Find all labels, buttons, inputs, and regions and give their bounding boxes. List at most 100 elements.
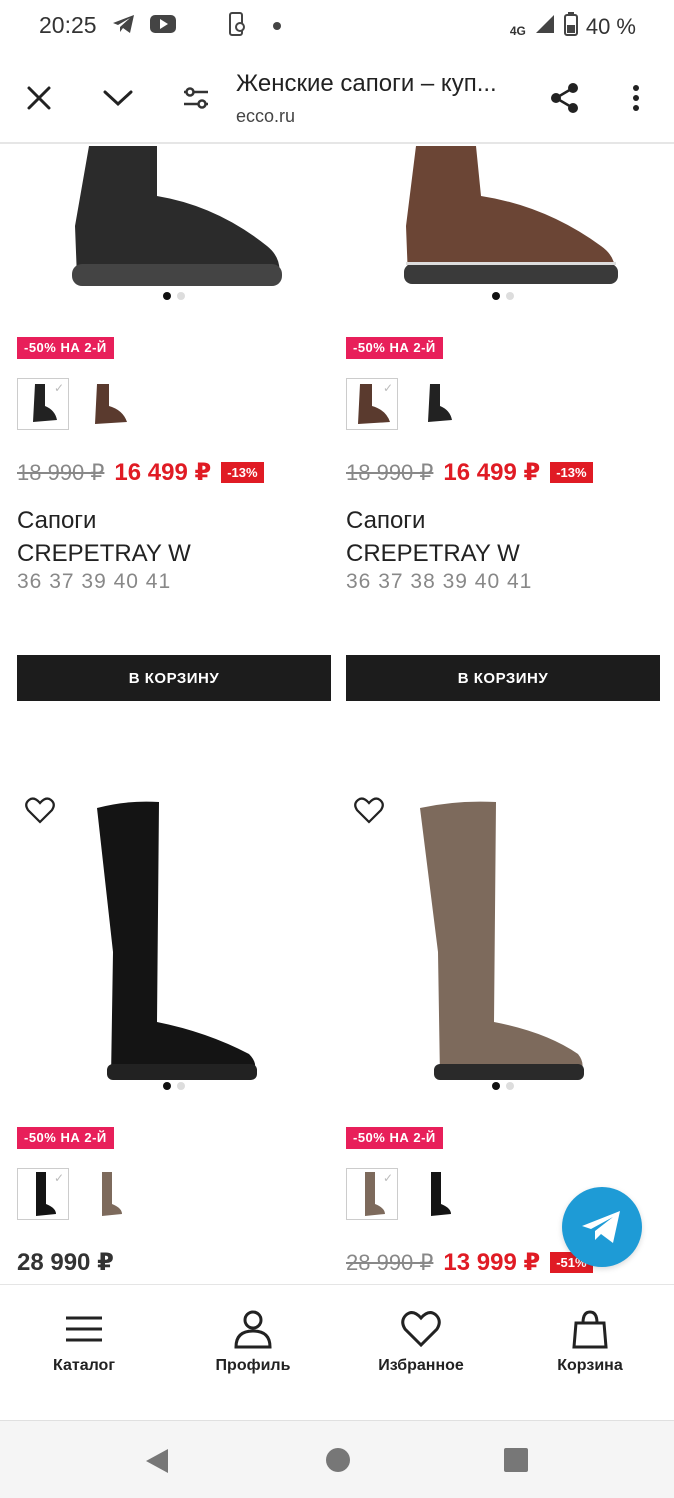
nav-favorites[interactable]: Избранное bbox=[356, 1309, 486, 1375]
close-icon bbox=[27, 86, 51, 110]
color-swatches: ✓ bbox=[346, 1168, 464, 1220]
color-swatch-black[interactable]: ✓ bbox=[17, 1168, 69, 1220]
color-swatches: ✓ bbox=[346, 378, 464, 430]
product-image[interactable] bbox=[346, 146, 660, 310]
product-card[interactable]: -50% НА 2-Й ✓ 18 990 ₽ 16 499 ₽ -13% Сап… bbox=[17, 146, 331, 701]
image-carousel-dots bbox=[163, 292, 185, 300]
promo-badge: -50% НА 2-Й bbox=[17, 1127, 114, 1149]
product-card[interactable]: -50% НА 2-Й ✓ 28 990 ₽ bbox=[17, 792, 331, 1276]
color-swatch-brown[interactable] bbox=[83, 378, 135, 430]
promo-badge: -50% НА 2-Й bbox=[17, 337, 114, 359]
product-type: Сапоги bbox=[17, 507, 97, 534]
recents-square-icon bbox=[504, 1448, 528, 1472]
back-button[interactable] bbox=[144, 1447, 170, 1480]
product-model: CREPETRAY W bbox=[17, 540, 191, 567]
old-price: 28 990 ₽ bbox=[346, 1249, 434, 1275]
chevron-down-icon bbox=[103, 90, 133, 107]
product-type: Сапоги bbox=[346, 507, 426, 534]
product-image[interactable] bbox=[17, 792, 331, 1100]
sale-price: 13 999 ₽ bbox=[443, 1249, 541, 1276]
battery-icon bbox=[563, 12, 578, 42]
share-button[interactable] bbox=[543, 76, 587, 120]
product-card[interactable]: -50% НА 2-Й ✓ 28 990 ₽ 13 999 ₽ -51% bbox=[346, 792, 660, 1276]
heart-icon bbox=[401, 1311, 441, 1348]
add-to-cart-button[interactable]: В КОРЗИНУ bbox=[17, 655, 331, 701]
bottom-navigation: Каталог Профиль Избранное Корзина bbox=[0, 1284, 674, 1420]
share-icon bbox=[551, 83, 578, 113]
page-title: Женские сапоги – куп... bbox=[236, 70, 497, 97]
dot-icon bbox=[272, 18, 282, 36]
product-name[interactable]: Сапоги CREPETRAY W bbox=[346, 504, 520, 570]
boot-image bbox=[420, 801, 584, 1080]
add-to-cart-button[interactable]: В КОРЗИНУ bbox=[346, 655, 660, 701]
page-settings-button[interactable] bbox=[174, 76, 218, 120]
price-row: 18 990 ₽ 16 499 ₽ -13% bbox=[346, 458, 593, 487]
nav-cart[interactable]: Корзина bbox=[525, 1309, 655, 1375]
telegram-notification-icon bbox=[112, 13, 136, 40]
recents-button[interactable] bbox=[503, 1447, 529, 1478]
product-image[interactable] bbox=[17, 146, 331, 310]
promo-badge: -50% НА 2-Й bbox=[346, 337, 443, 359]
page-domain: ecco.ru bbox=[236, 106, 296, 126]
color-swatch-black[interactable] bbox=[412, 378, 464, 430]
system-navigation-bar bbox=[0, 1420, 674, 1498]
nav-catalog-label: Каталог bbox=[53, 1357, 115, 1374]
heart-icon bbox=[354, 797, 384, 824]
price-row: 18 990 ₽ 16 499 ₽ -13% bbox=[17, 458, 264, 487]
home-circle-icon bbox=[326, 1448, 350, 1472]
nav-catalog[interactable]: Каталог bbox=[19, 1309, 149, 1375]
boot-image bbox=[72, 146, 282, 286]
heart-icon bbox=[25, 797, 55, 824]
image-carousel-dots bbox=[492, 292, 514, 300]
telegram-chat-button[interactable] bbox=[562, 1187, 642, 1267]
old-price: 18 990 ₽ bbox=[17, 459, 105, 485]
status-bar: 20:25 4G 40 % bbox=[0, 0, 674, 52]
color-swatch-black[interactable] bbox=[412, 1168, 464, 1220]
color-swatch-taupe[interactable]: ✓ bbox=[346, 1168, 398, 1220]
product-model: CREPETRAY W bbox=[346, 540, 520, 567]
product-card[interactable]: -50% НА 2-Й ✓ 18 990 ₽ 16 499 ₽ -13% Сап… bbox=[346, 146, 660, 701]
discount-badge: -13% bbox=[221, 462, 264, 483]
home-button[interactable] bbox=[325, 1447, 351, 1478]
color-swatch-black[interactable]: ✓ bbox=[17, 378, 69, 430]
product-image[interactable] bbox=[346, 792, 660, 1100]
signal-icon bbox=[534, 13, 556, 41]
close-button[interactable] bbox=[17, 76, 61, 120]
youtube-notification-icon bbox=[150, 14, 176, 39]
price: 28 990 ₽ bbox=[17, 1249, 114, 1276]
color-swatches: ✓ bbox=[17, 378, 135, 430]
image-carousel-dots bbox=[492, 1082, 514, 1090]
settings-sliders-icon bbox=[184, 87, 208, 109]
status-time: 20:25 bbox=[39, 12, 97, 38]
more-menu-button[interactable] bbox=[614, 76, 658, 120]
sale-price: 16 499 ₽ bbox=[114, 459, 212, 486]
shopping-bag-icon bbox=[572, 1310, 608, 1349]
sale-price: 16 499 ₽ bbox=[443, 459, 541, 486]
boot-shape bbox=[75, 146, 280, 278]
nav-profile[interactable]: Профиль bbox=[188, 1309, 318, 1375]
price-row: 28 990 ₽ 13 999 ₽ -51% bbox=[346, 1248, 593, 1277]
user-icon bbox=[234, 1310, 272, 1349]
discount-badge: -13% bbox=[550, 462, 593, 483]
old-price: 18 990 ₽ bbox=[346, 459, 434, 485]
nav-profile-label: Профиль bbox=[215, 1357, 291, 1374]
nav-favorites-label: Избранное bbox=[378, 1357, 464, 1374]
promo-badge: -50% НА 2-Й bbox=[346, 1127, 443, 1149]
favorite-button[interactable] bbox=[354, 796, 384, 829]
status-notification-icons bbox=[112, 12, 282, 41]
more-vert-icon bbox=[633, 85, 639, 111]
boot-image bbox=[97, 801, 257, 1080]
available-sizes: 36 37 38 39 40 41 bbox=[346, 570, 533, 593]
boot-image bbox=[404, 146, 618, 284]
battery-percent: 40 % bbox=[585, 14, 636, 39]
menu-icon bbox=[66, 1316, 102, 1342]
telegram-icon bbox=[582, 1211, 620, 1243]
product-name[interactable]: Сапоги CREPETRAY W bbox=[17, 504, 191, 570]
nav-cart-label: Корзина bbox=[557, 1357, 623, 1374]
color-swatch-taupe[interactable] bbox=[83, 1168, 135, 1220]
image-carousel-dots bbox=[163, 1082, 185, 1090]
color-swatch-brown[interactable]: ✓ bbox=[346, 378, 398, 430]
minimize-button[interactable] bbox=[96, 76, 140, 120]
price-row: 28 990 ₽ bbox=[17, 1248, 114, 1277]
favorite-button[interactable] bbox=[25, 796, 55, 829]
